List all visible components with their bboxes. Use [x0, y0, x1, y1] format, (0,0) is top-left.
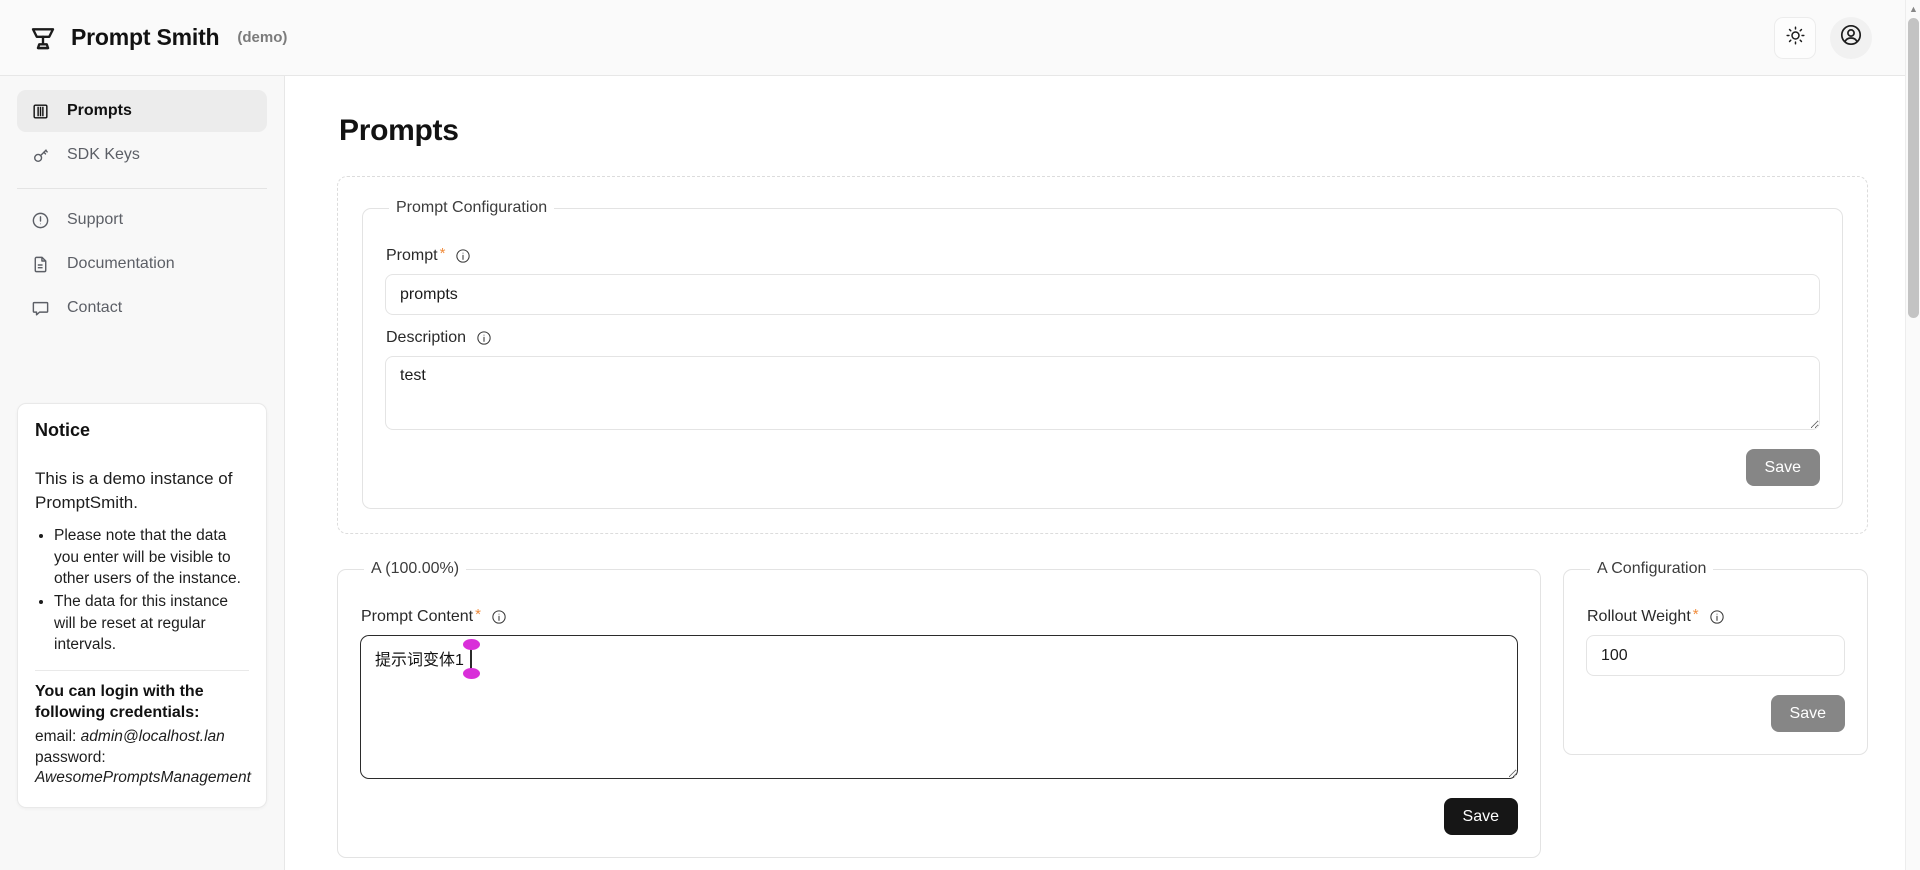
alert-circle-icon: [30, 210, 50, 230]
variant-a-configuration-fieldset: A Configuration Rollout Weight * 100 Sav…: [1563, 560, 1868, 755]
brand-demo-tag: (demo): [237, 29, 288, 46]
sidebar-item-label: Documentation: [67, 255, 175, 272]
chevron-up-icon: ▲: [1909, 3, 1918, 14]
sidebar-item-prompts[interactable]: Prompts: [17, 90, 267, 132]
notice-lead: This is a demo instance of PromptSmith.: [35, 469, 233, 513]
variant-config-actions: Save: [1586, 695, 1845, 732]
notice-divider: [35, 669, 249, 671]
prompt-content-label-text: Prompt Content: [361, 608, 474, 625]
save-prompt-config-button[interactable]: Save: [1745, 449, 1820, 486]
credentials-heading: You can login with the following credent…: [35, 682, 204, 721]
body-row: Prompts SDK Keys Support Documentation C…: [0, 76, 1920, 870]
account-button[interactable]: [1830, 16, 1872, 59]
anvil-icon: [28, 23, 58, 53]
password-label: password:: [35, 748, 106, 766]
variant-a-configuration-panel: A Configuration Rollout Weight * 100 Sav…: [1563, 560, 1868, 755]
required-asterisk: *: [1692, 605, 1699, 623]
notice-card: Notice This is a demo instance of Prompt…: [17, 403, 267, 808]
sidebar-item-sdk-keys[interactable]: SDK Keys: [17, 134, 267, 176]
sidebar: Prompts SDK Keys Support Documentation C…: [0, 76, 285, 870]
credential-email: email: admin@localhost.lan: [35, 727, 249, 748]
description-textarea[interactable]: [385, 356, 1820, 430]
rollout-weight-field-label: Rollout Weight *: [1587, 605, 1845, 626]
sidebar-item-contact[interactable]: Contact: [17, 287, 267, 329]
sidebar-item-label: Support: [67, 211, 124, 228]
notice-bullet-list: Please note that the data you enter will…: [35, 525, 249, 655]
info-icon[interactable]: [476, 330, 492, 346]
info-icon[interactable]: [1709, 609, 1725, 625]
description-field-label: Description: [386, 329, 1820, 347]
prompt-content-textarea[interactable]: [360, 635, 1518, 779]
key-icon: [30, 145, 50, 165]
sidebar-item-label: SDK Keys: [67, 146, 140, 163]
prompt-content-field-label: Prompt Content *: [361, 605, 1518, 626]
description-label-text: Description: [386, 329, 467, 346]
prompt-name-input[interactable]: [385, 274, 1820, 315]
prompt-configuration-fieldset: Prompt Configuration Prompt * prompts De…: [362, 199, 1843, 509]
variant-a-configuration-legend: A Configuration: [1597, 560, 1707, 577]
app-header: Prompt Smith (demo): [0, 0, 1920, 76]
prompt-config-actions: Save: [385, 449, 1820, 486]
variant-a-actions: Save: [360, 798, 1518, 835]
password-value: AwesomePromptsManagement: [35, 769, 251, 787]
email-label: email:: [35, 728, 77, 746]
theme-toggle-button[interactable]: [1774, 16, 1816, 59]
brand-title: Prompt Smith: [71, 24, 220, 50]
app-root: Prompt Smith (demo) Prompts SDK Keys Sup…: [0, 0, 1920, 870]
page-scrollbar[interactable]: ▲: [1905, 0, 1920, 870]
prompt-field-label: Prompt *: [386, 244, 1820, 265]
brand[interactable]: Prompt Smith (demo): [28, 23, 287, 53]
prompt-configuration-legend: Prompt Configuration: [396, 199, 548, 216]
sidebar-item-label: Prompts: [67, 102, 132, 119]
message-square-icon: [30, 298, 50, 318]
sidebar-divider: [17, 188, 267, 189]
rollout-weight-input[interactable]: [1586, 635, 1845, 676]
save-variant-button[interactable]: Save: [1443, 798, 1518, 835]
required-asterisk: *: [475, 605, 481, 623]
notice-title: Notice: [35, 420, 91, 440]
required-asterisk: *: [439, 244, 446, 262]
page-title: Prompts: [339, 114, 459, 147]
email-value: admin@localhost.lan: [80, 728, 225, 746]
notice-bullet: The data for this instance will be reset…: [54, 591, 249, 655]
variant-a-panel: A (100.00%) Prompt Content * 提示词变体1 Save: [337, 560, 1541, 858]
prompt-label-text: Prompt: [386, 247, 438, 264]
user-circle-icon: [1839, 23, 1863, 52]
sun-icon: [1785, 25, 1806, 51]
sidebar-item-documentation[interactable]: Documentation: [17, 243, 267, 285]
info-icon[interactable]: [455, 248, 471, 264]
prompt-configuration-card: Prompt Configuration Prompt * prompts De…: [337, 176, 1868, 534]
book-icon: [30, 101, 50, 121]
save-variant-config-button[interactable]: Save: [1770, 695, 1845, 732]
sidebar-item-support[interactable]: Support: [17, 199, 267, 241]
prompt-content-wrapper: [360, 635, 1518, 779]
variant-row: A (100.00%) Prompt Content * 提示词变体1 Save…: [337, 560, 1868, 858]
notice-bullet: Please note that the data you enter will…: [54, 525, 249, 589]
file-text-icon: [30, 254, 50, 274]
variant-a-fieldset: A (100.00%) Prompt Content * 提示词变体1 Save: [337, 560, 1541, 858]
header-actions: [1774, 16, 1896, 59]
info-icon[interactable]: [491, 609, 507, 625]
variant-a-legend: A (100.00%): [371, 560, 460, 577]
main-content: Prompts Prompt Configuration Prompt * pr…: [285, 76, 1920, 870]
scrollbar-up-arrow[interactable]: ▲: [1906, 0, 1920, 17]
scrollbar-thumb[interactable]: [1908, 18, 1919, 318]
sidebar-item-label: Contact: [67, 299, 123, 316]
rollout-weight-label-text: Rollout Weight: [1587, 608, 1691, 625]
credential-password: password: AwesomePromptsManagement: [35, 748, 251, 789]
